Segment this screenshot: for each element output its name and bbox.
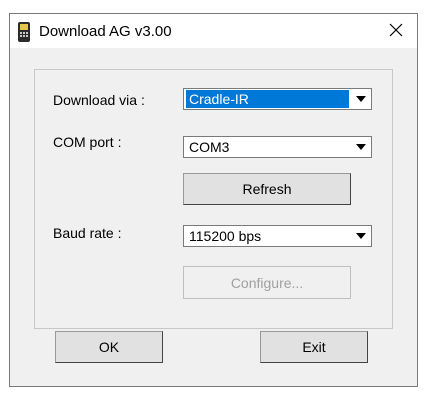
download-via-value: Cradle-IR: [186, 90, 349, 108]
com-port-select[interactable]: COM3: [183, 136, 372, 158]
com-port-label: COM port :: [53, 134, 122, 150]
download-via-select[interactable]: Cradle-IR: [183, 88, 372, 110]
ok-button[interactable]: OK: [55, 331, 163, 363]
exit-button[interactable]: Exit: [260, 331, 368, 363]
chevron-down-icon[interactable]: [352, 90, 370, 108]
baud-rate-value: 115200 bps: [189, 228, 262, 244]
chevron-down-icon[interactable]: [352, 227, 370, 245]
com-port-value: COM3: [189, 139, 230, 155]
chevron-down-icon[interactable]: [352, 138, 370, 156]
baud-rate-label: Baud rate :: [53, 225, 122, 241]
refresh-button[interactable]: Refresh: [183, 173, 351, 205]
close-button[interactable]: [375, 14, 417, 48]
download-ag-dialog: Download AG v3.00 Download via : Cradle-…: [9, 13, 418, 387]
configure-button: Configure...: [183, 266, 351, 299]
download-via-label: Download via :: [53, 92, 145, 108]
close-icon: [389, 23, 403, 40]
handheld-device-icon: [17, 22, 31, 42]
title-bar[interactable]: Download AG v3.00: [10, 14, 417, 48]
baud-rate-select[interactable]: 115200 bps: [183, 225, 372, 247]
window-title: Download AG v3.00: [39, 23, 172, 40]
